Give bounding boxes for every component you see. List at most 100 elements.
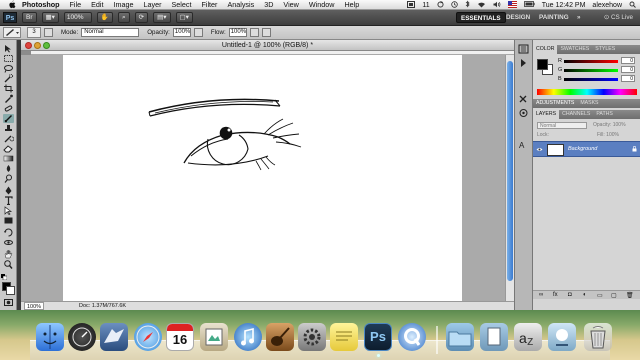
menu-edit[interactable]: Edit (91, 0, 103, 9)
mail-icon[interactable] (100, 323, 128, 351)
zoom-tool-button[interactable]: ⌕ (118, 12, 130, 23)
airbrush-toggle[interactable] (249, 28, 259, 37)
sync-icon[interactable] (437, 0, 444, 10)
flag-icon[interactable] (507, 0, 517, 10)
mode-select[interactable]: Normal (81, 28, 140, 37)
opacity-input[interactable]: 100% (172, 28, 191, 37)
color-panel-foreground-swatch[interactable] (537, 59, 548, 70)
canvas-pasteboard[interactable] (21, 55, 505, 301)
hand-tool-button[interactable]: ✋ (96, 12, 113, 23)
menu-app-name[interactable]: Photoshop (22, 0, 60, 9)
delete-layer-icon[interactable]: 🗑 (626, 292, 634, 299)
blue-slider-bar[interactable] (564, 78, 618, 81)
menu-layer[interactable]: Layer (144, 0, 162, 9)
eyedropper-tool-icon[interactable] (3, 94, 14, 103)
marquee-tool-icon[interactable] (3, 54, 14, 63)
spotlight-icon[interactable] (629, 1, 636, 10)
bridge-button[interactable]: Br (22, 12, 37, 23)
shape-tool-icon[interactable] (3, 216, 14, 225)
history-brush-tool-icon[interactable] (3, 134, 15, 143)
close-window-button[interactable] (25, 42, 32, 49)
battery-icon[interactable] (523, 1, 535, 9)
wifi-icon[interactable] (477, 1, 486, 10)
link-layers-icon[interactable]: ∞ (539, 292, 543, 298)
menubar-user[interactable]: alexehow (592, 2, 622, 9)
layer-visibility-eye-icon[interactable] (536, 146, 543, 153)
preview-icon[interactable] (200, 323, 228, 351)
photoshop-dock-icon[interactable]: Ps (364, 323, 392, 351)
red-value[interactable]: 0 (621, 57, 635, 64)
layer-style-icon[interactable]: fx (553, 292, 558, 298)
tab-masks[interactable]: MASKS (577, 99, 601, 108)
menubar-clock[interactable]: Tue 12:42 PM (542, 2, 586, 9)
tab-styles[interactable]: STYLES (592, 45, 618, 54)
tools-presets-panel-icon[interactable] (518, 94, 529, 104)
documents-folder-icon[interactable] (480, 323, 508, 351)
status-zoom-field[interactable]: 100% (24, 302, 44, 310)
vertical-scrollbar-thumb[interactable] (507, 61, 513, 281)
history-panel-icon[interactable] (518, 44, 529, 54)
gradient-tool-icon[interactable] (3, 154, 14, 163)
workspace-design[interactable]: DESIGN (502, 12, 534, 23)
finder-icon[interactable] (36, 323, 64, 351)
vertical-scrollbar[interactable] (505, 55, 514, 301)
layer-name[interactable]: Background (568, 146, 597, 152)
color-spectrum[interactable] (537, 89, 637, 95)
quick-selection-tool-icon[interactable] (3, 73, 14, 83)
dashboard-icon[interactable] (68, 323, 96, 351)
red-slider-bar[interactable] (564, 60, 618, 63)
blue-value[interactable]: 0 (621, 75, 635, 82)
system-preferences-icon[interactable] (298, 323, 326, 351)
clone-stamp-tool-icon[interactable] (3, 124, 14, 133)
downloads-stack-icon[interactable] (548, 323, 576, 351)
add-mask-icon[interactable]: ◘ (568, 292, 572, 298)
menu-window[interactable]: Window (309, 0, 335, 9)
actions-panel-icon[interactable] (518, 58, 529, 68)
green-slider-bar[interactable] (564, 69, 618, 72)
green-slider[interactable]: G 0 (558, 66, 638, 74)
tab-channels[interactable]: CHANNELS (559, 110, 593, 119)
arrange-documents-button[interactable]: ▤▾ (153, 12, 171, 23)
red-slider[interactable]: R 0 (558, 57, 638, 65)
time-machine-icon[interactable] (451, 0, 458, 10)
opacity-pressure-toggle[interactable] (193, 28, 203, 37)
document-stack-icon[interactable]: az (514, 323, 542, 351)
spot-healing-tool-icon[interactable] (3, 104, 14, 113)
quick-mask-icon[interactable] (3, 298, 14, 307)
move-tool-icon[interactable] (3, 44, 14, 53)
workspace-painting[interactable]: PAINTING (535, 12, 573, 23)
brush-tool-icon[interactable] (3, 114, 14, 123)
menu-analysis[interactable]: Analysis (227, 0, 254, 9)
status-doc-info[interactable]: Doc: 1.37M/767.6K (79, 302, 126, 310)
workspace-essentials[interactable]: ESSENTIALS (456, 12, 506, 23)
cs-live[interactable]: ⊙ CS Live (604, 12, 633, 23)
workspace-more[interactable]: » (573, 12, 585, 23)
blue-slider[interactable]: B 0 (558, 75, 638, 83)
menu-select[interactable]: Select (171, 0, 191, 9)
zoom-window-button[interactable] (43, 42, 50, 49)
rotate-view-button[interactable]: ⟳ (134, 12, 149, 23)
new-group-icon[interactable]: ▭ (597, 292, 603, 299)
tab-swatches[interactable]: SWATCHES (557, 45, 592, 54)
menu-filter[interactable]: Filter (201, 0, 217, 9)
document-title-bar[interactable]: Untitled-1 @ 100% (RGB/8) * (21, 40, 514, 51)
flow-input[interactable]: 100% (228, 28, 247, 37)
tab-paths[interactable]: PATHS (593, 110, 616, 119)
menu-file[interactable]: File (70, 0, 82, 9)
adjustment-layer-icon[interactable]: ◐ (583, 292, 587, 298)
new-layer-icon[interactable]: ▢ (611, 292, 617, 299)
quicktime-icon[interactable] (398, 323, 426, 351)
menu-3d[interactable]: 3D (264, 0, 273, 9)
size-pressure-toggle[interactable] (261, 28, 271, 37)
tool-preset-picker[interactable] (3, 27, 21, 38)
drawing-canvas[interactable] (63, 55, 462, 301)
layer-row-background[interactable]: Background (533, 141, 640, 157)
tab-adjustments[interactable]: ADJUSTMENTS (533, 99, 577, 108)
layer-opacity[interactable]: Opacity: 100% (593, 122, 626, 128)
blend-mode-select[interactable]: Normal (537, 122, 587, 129)
green-value[interactable]: 0 (621, 66, 635, 73)
zoom-tool-icon[interactable] (3, 260, 14, 269)
menu-view[interactable]: View (283, 0, 298, 9)
lasso-tool-icon[interactable] (3, 64, 14, 73)
character-panel-icon[interactable]: A (518, 140, 529, 150)
